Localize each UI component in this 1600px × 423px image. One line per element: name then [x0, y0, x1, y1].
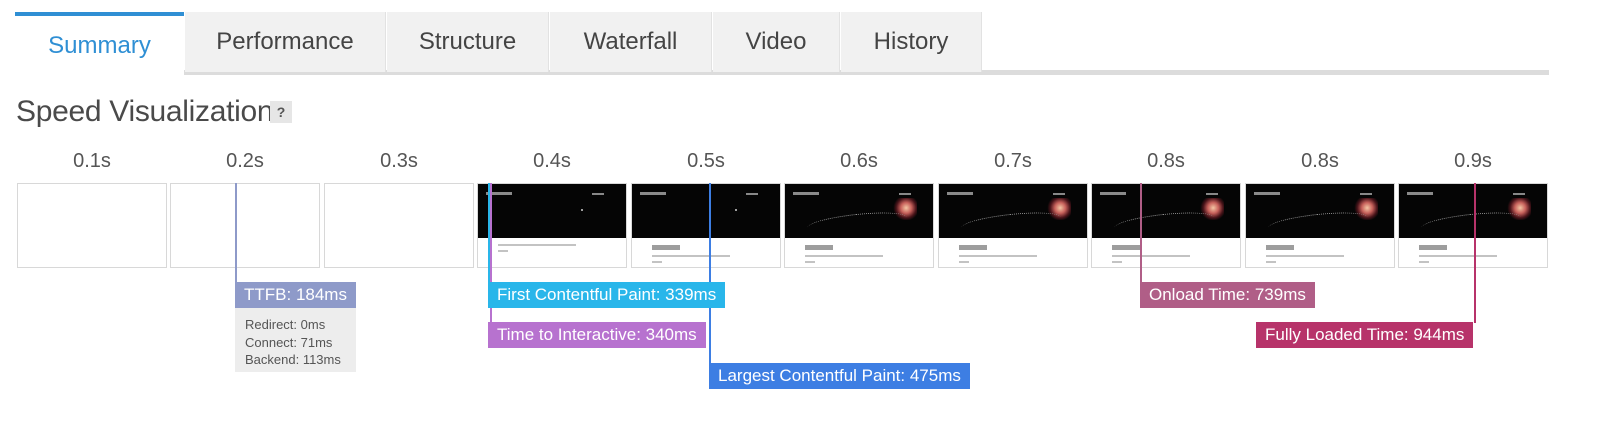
filmstrip-frame-screenshot[interactable]	[938, 183, 1088, 268]
thumbnail-logo	[640, 192, 666, 195]
thumbnail-heading-line	[1112, 245, 1140, 250]
tab-structure[interactable]: Structure	[387, 12, 549, 72]
tab-performance[interactable]: Performance	[185, 12, 386, 72]
lcp-marker-line	[709, 183, 711, 363]
thumbnail-dot	[581, 209, 583, 211]
ttfb-marker[interactable]: TTFB: 184ms	[235, 282, 356, 308]
thumbnail-graphic-trail	[806, 208, 908, 237]
thumbnail-graphic-trail	[960, 208, 1062, 237]
page-screenshot-thumbnail	[1399, 184, 1547, 238]
thumbnail-text-line	[1266, 255, 1344, 257]
fully-loaded-time-marker[interactable]: Fully Loaded Time: 944ms	[1256, 322, 1474, 348]
timeline-label: 0.9s	[1454, 150, 1492, 172]
page-screenshot-thumbnail	[478, 184, 626, 238]
onload-time-marker[interactable]: Onload Time: 739ms	[1140, 282, 1315, 308]
thumbnail-text-line	[1112, 255, 1190, 257]
thumbnail-logo	[793, 192, 819, 195]
thumbnail-text-line	[1419, 261, 1429, 263]
timeline-label: 0.2s	[226, 150, 264, 172]
thumbnail-nav	[592, 193, 604, 195]
largest-contentful-paint-marker[interactable]: Largest Contentful Paint: 475ms	[709, 363, 970, 389]
timeline-label: 0.1s	[73, 150, 111, 172]
thumbnail-text-line	[959, 261, 969, 263]
timeline-label: 0.3s	[380, 150, 418, 172]
filmstrip-frame-blank[interactable]	[170, 183, 320, 268]
ttfb-breakdown: Redirect: 0ms Connect: 71ms Backend: 113…	[235, 308, 356, 372]
page-screenshot-thumbnail	[785, 184, 933, 238]
page-screenshot-thumbnail	[1246, 184, 1394, 238]
filmstrip-frame-screenshot[interactable]	[631, 183, 781, 268]
filmstrip-frame-screenshot[interactable]	[1245, 183, 1395, 268]
help-icon[interactable]: ?	[270, 101, 292, 123]
thumbnail-heading-line	[652, 245, 680, 250]
thumbnail-text-line	[652, 255, 730, 257]
filmstrip-frame-screenshot[interactable]	[1091, 183, 1241, 268]
filmstrip-frame-screenshot[interactable]	[784, 183, 934, 268]
tab-waterfall[interactable]: Waterfall	[550, 12, 712, 72]
page-screenshot-thumbnail	[632, 184, 780, 238]
thumbnail-graphic-trail	[1113, 208, 1215, 237]
thumbnail-dot	[735, 209, 737, 211]
timeline-label: 0.4s	[533, 150, 571, 172]
thumbnail-text-line	[1112, 261, 1122, 263]
thumbnail-heading-line	[805, 245, 833, 250]
thumbnail-heading-line	[959, 245, 987, 250]
timeline-label: 0.8s	[1301, 150, 1339, 172]
thumbnail-nav	[1513, 193, 1525, 195]
thumbnail-nav	[899, 193, 911, 195]
thumbnail-nav	[1360, 193, 1372, 195]
thumbnail-text-line	[1266, 261, 1276, 263]
onload-marker-line	[1140, 183, 1142, 283]
thumbnail-graphic-trail	[1267, 208, 1369, 237]
thumbnail-logo	[1407, 192, 1433, 195]
ttfb-backend: Backend: 113ms	[245, 352, 341, 367]
thumbnail-text-line	[498, 244, 576, 246]
timeline-label: 0.7s	[994, 150, 1032, 172]
time-to-interactive-marker[interactable]: Time to Interactive: 340ms	[488, 322, 706, 348]
filmstrip-frame-screenshot[interactable]	[1398, 183, 1548, 268]
thumbnail-heading-line	[1419, 245, 1447, 250]
tab-bar: Summary Performance Structure Waterfall …	[15, 12, 1549, 76]
ttfb-marker-line	[235, 183, 237, 283]
thumbnail-graphic-trail	[1420, 208, 1522, 237]
thumbnail-nav	[1206, 193, 1218, 195]
thumbnail-text-line	[1419, 255, 1497, 257]
tab-video[interactable]: Video	[713, 12, 840, 72]
filmstrip-frame-blank[interactable]	[17, 183, 167, 268]
timeline-label: 0.5s	[687, 150, 725, 172]
tab-history[interactable]: History	[841, 12, 982, 72]
thumbnail-text-line	[959, 255, 1037, 257]
page-screenshot-thumbnail	[1092, 184, 1240, 238]
ttfb-redirect: Redirect: 0ms	[245, 317, 326, 332]
thumbnail-logo	[1254, 192, 1280, 195]
page-screenshot-thumbnail	[939, 184, 1087, 238]
filmstrip-frame-blank[interactable]	[324, 183, 474, 268]
first-contentful-paint-marker[interactable]: First Contentful Paint: 339ms	[488, 282, 726, 308]
tab-summary[interactable]: Summary	[15, 12, 184, 76]
thumbnail-text-line	[805, 255, 883, 257]
thumbnail-nav	[746, 193, 758, 195]
thumbnail-logo	[947, 192, 973, 195]
ttfb-connect: Connect: 71ms	[245, 334, 333, 350]
thumbnail-text-line	[498, 250, 508, 252]
thumbnail-text-line	[805, 261, 815, 263]
timeline-label: 0.8s	[1147, 150, 1185, 172]
thumbnail-heading-line	[1266, 245, 1294, 250]
filmstrip-frame-screenshot[interactable]	[477, 183, 627, 268]
fully-loaded-marker-line	[1474, 183, 1476, 323]
thumbnail-text-line	[652, 261, 662, 263]
section-title: Speed Visualization	[16, 95, 274, 128]
thumbnail-logo	[1100, 192, 1126, 195]
timeline-label: 0.6s	[840, 150, 878, 172]
thumbnail-nav	[1053, 193, 1065, 195]
